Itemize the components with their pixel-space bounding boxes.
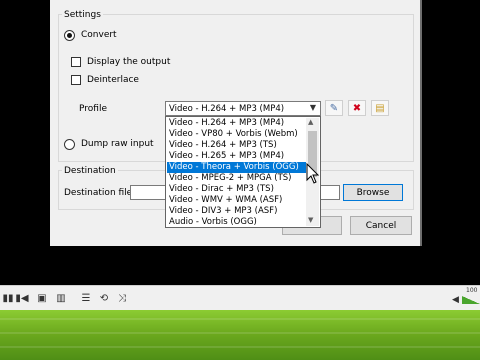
playlist-icon: ☰: [81, 292, 91, 304]
fullscreen-icon: ▣: [37, 292, 47, 304]
list-item[interactable]: Audio - Vorbis (OGG): [167, 217, 309, 228]
volume-slider[interactable]: [462, 296, 480, 304]
convert-label[interactable]: Convert: [81, 30, 117, 40]
dump-raw-radio[interactable]: [64, 139, 75, 150]
fullscreen-button[interactable]: ▣: [34, 291, 50, 305]
dump-raw-label[interactable]: Dump raw input: [81, 139, 154, 149]
list-item[interactable]: Video - H.264 + MP3 (TS): [167, 140, 309, 151]
playlist-button[interactable]: ☰: [78, 291, 94, 305]
delete-icon: ✖: [352, 102, 362, 114]
delete-profile-button[interactable]: ✖: [348, 100, 366, 116]
list-item[interactable]: Video - WMV + WMA (ASF): [167, 195, 309, 206]
volume-icon[interactable]: ◀: [452, 295, 459, 305]
list-item[interactable]: Video - VP80 + Vorbis (Webm): [167, 129, 309, 140]
list-item[interactable]: Video - DIV3 + MP3 (ASF): [167, 206, 309, 217]
mouse-cursor-icon: [306, 163, 320, 184]
wrench-icon: ✎: [329, 102, 339, 114]
list-item[interactable]: Video - H.264 + MP3 (MP4): [167, 118, 309, 129]
display-output-label[interactable]: Display the output: [87, 57, 170, 67]
scroll-down-icon[interactable]: ▼: [308, 216, 313, 224]
edit-profile-button[interactable]: ✎: [325, 100, 343, 116]
list-item[interactable]: Video - Dirac + MP3 (TS): [167, 184, 309, 195]
destination-group-title: Destination: [62, 166, 118, 176]
list-item-selected[interactable]: Video - Theora + Vorbis (OGG): [167, 162, 309, 173]
skip-icon: ▮◀: [15, 292, 29, 304]
destination-file-label: Destination file:: [64, 188, 136, 198]
dialog-border: [420, 0, 422, 246]
desktop-wallpaper: [0, 310, 480, 360]
shuffle-button[interactable]: ⤨: [114, 291, 130, 305]
browse-button[interactable]: Browse: [343, 184, 403, 201]
shuffle-icon: ⤨: [118, 292, 126, 304]
deinterlace-label[interactable]: Deinterlace: [87, 75, 139, 85]
loop-icon: ⟲: [99, 292, 109, 304]
profile-select[interactable]: Video - H.264 + MP3 (MP4) ▼: [165, 101, 321, 116]
convert-radio[interactable]: [64, 30, 75, 41]
equalizer-icon: ▥: [56, 292, 66, 304]
skip-button[interactable]: ▮◀: [14, 291, 30, 305]
display-output-checkbox[interactable]: [71, 57, 81, 67]
scroll-up-icon[interactable]: ▲: [308, 118, 313, 126]
deinterlace-checkbox[interactable]: [71, 75, 81, 85]
list-item[interactable]: Video - MPEG-2 + MPGA (TS): [167, 173, 309, 184]
profile-dropdown-list[interactable]: Video - H.264 + MP3 (MP4) Video - VP80 +…: [165, 116, 321, 228]
new-profile-icon: ▤: [375, 102, 385, 114]
frame-icon: ▮▮: [2, 292, 14, 304]
extended-settings-button[interactable]: ▥: [53, 291, 69, 305]
profile-label: Profile: [79, 104, 107, 114]
settings-group-title: Settings: [62, 10, 103, 20]
loop-button[interactable]: ⟲: [96, 291, 112, 305]
cancel-button[interactable]: Cancel: [350, 216, 412, 235]
profile-select-value: Video - H.264 + MP3 (MP4): [169, 104, 285, 114]
volume-percent: 100: [466, 287, 478, 294]
chevron-down-icon[interactable]: ▼: [308, 103, 318, 113]
new-profile-button[interactable]: ▤: [371, 100, 389, 116]
list-item[interactable]: Video - H.265 + MP3 (MP4): [167, 151, 309, 162]
player-controls-bar: ▮▮ ▮◀ ▣ ▥ ☰ ⟲ ⤨ ◀ 100: [0, 285, 480, 310]
